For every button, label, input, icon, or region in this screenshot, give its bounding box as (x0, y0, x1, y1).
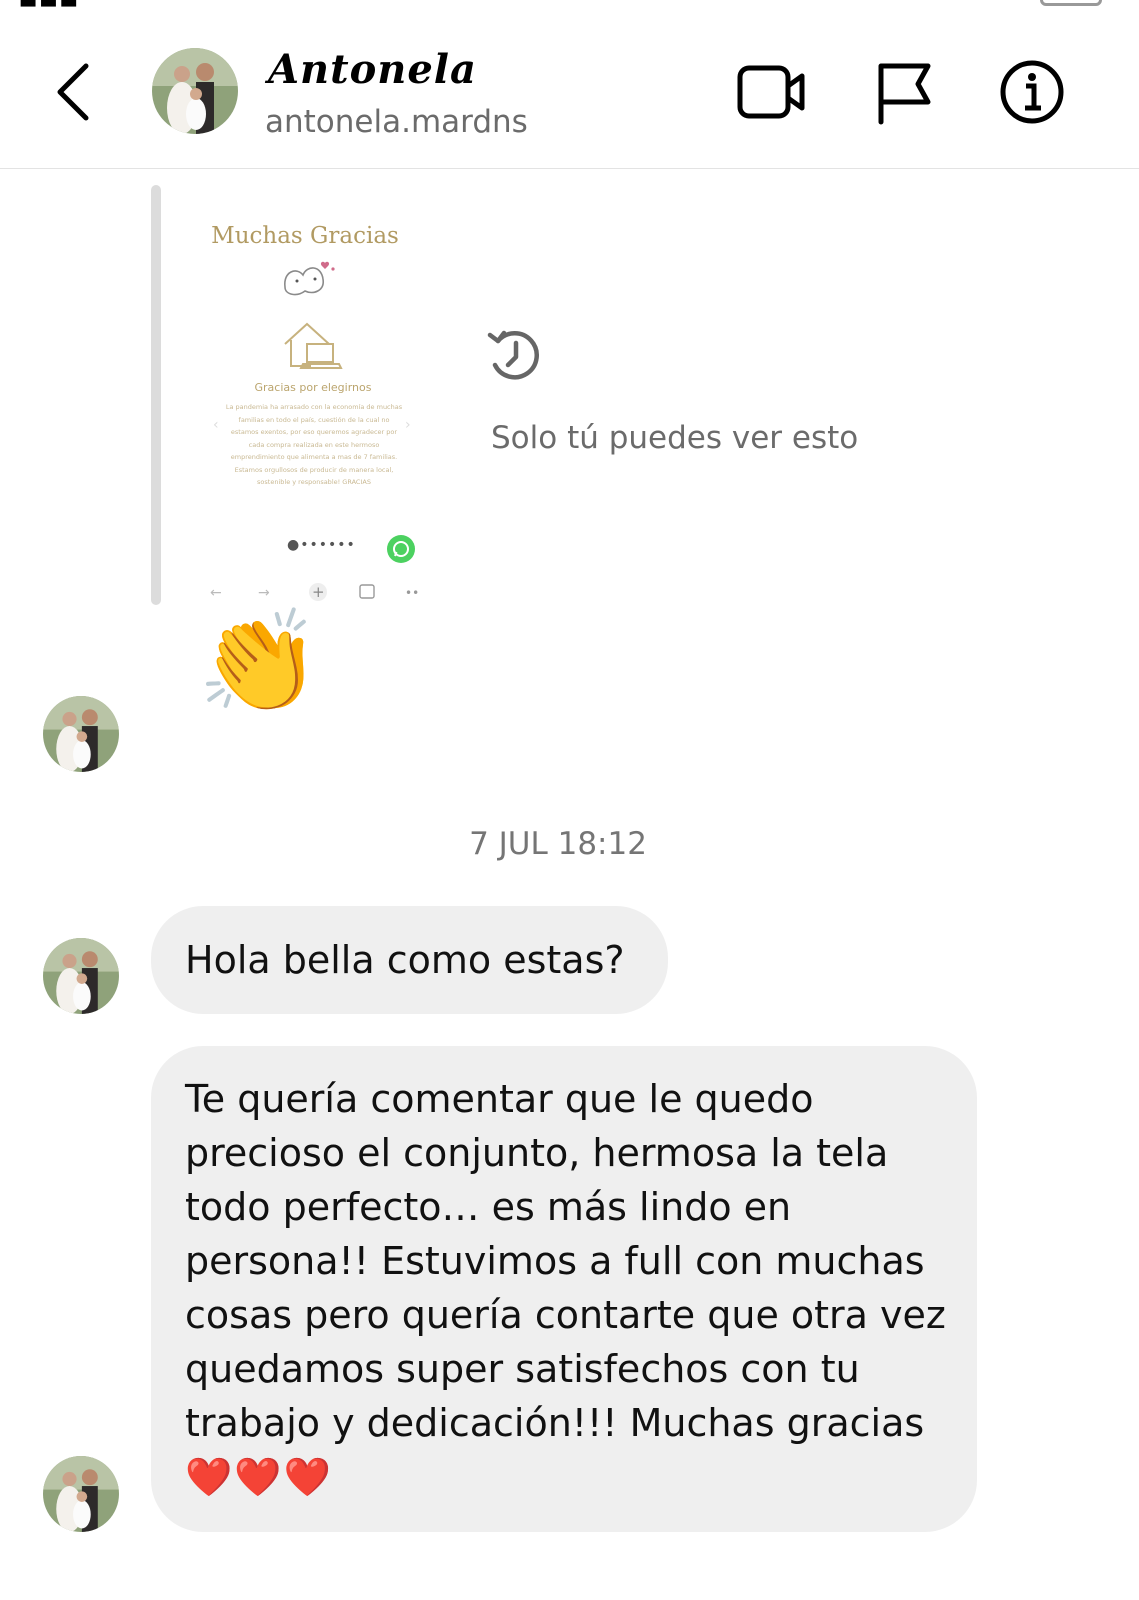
contact-username: antonela.mardns (265, 104, 528, 140)
wedding-photo-icon (43, 938, 119, 1014)
flag-icon (878, 63, 931, 125)
back-button[interactable] (50, 58, 102, 128)
history-icon (487, 330, 539, 380)
video-call-button[interactable] (736, 56, 808, 128)
contact-name: Antonela (268, 46, 477, 93)
chevron-left-icon (57, 63, 89, 121)
svg-text:••: •• (405, 586, 419, 600)
wedding-photo-icon (43, 1456, 119, 1532)
avatar[interactable] (152, 48, 238, 134)
svg-text:→: → (258, 585, 270, 601)
chevron-right-icon: › (405, 417, 411, 433)
story-title: Muchas Gracias (211, 223, 399, 249)
house-laptop-icon (284, 322, 343, 369)
video-camera-icon (737, 65, 805, 119)
avatar[interactable] (43, 696, 119, 772)
shared-story-preview[interactable]: Muchas Gracias Gracias por elegirnos La … (195, 195, 435, 610)
message-bubble[interactable]: Hola bella como estas? (151, 906, 668, 1014)
message-text: Hola bella como estas? (185, 938, 625, 982)
svg-text:←: ← (210, 585, 222, 601)
report-button[interactable] (872, 56, 944, 128)
info-icon (1000, 60, 1064, 124)
message-timestamp: 7 JUL 18:12 (469, 826, 647, 862)
avatar[interactable] (43, 1456, 119, 1532)
heart-emojis: ❤️❤️❤️ (185, 1455, 333, 1499)
chat-header: Antonela antonela.mardns (0, 0, 1139, 169)
message-text: Te quería comentar que le quedo precioso… (185, 1077, 946, 1445)
story-subtitle: Gracias por elegirnos (254, 381, 372, 394)
private-notice: Solo tú puedes ver esto (491, 420, 859, 456)
reply-indicator-bar (151, 185, 161, 605)
chevron-left-icon: ‹ (213, 417, 219, 433)
clap-emoji-message[interactable]: 👏 (197, 612, 322, 712)
wedding-photo-icon (43, 696, 119, 772)
wedding-photo-icon (152, 48, 238, 134)
message-bubble[interactable]: Te quería comentar que le quedo precioso… (151, 1046, 977, 1532)
avatar[interactable] (43, 938, 119, 1014)
whatsapp-icon (393, 541, 409, 557)
whatsapp-button[interactable] (387, 535, 415, 563)
story-body: La pandemia ha arrasado con la economía … (225, 403, 403, 486)
svg-text:+: + (312, 583, 325, 601)
carousel-dots: ●•••••• (287, 537, 356, 553)
dogs-illustration-icon (284, 261, 335, 296)
info-button[interactable] (996, 56, 1068, 128)
